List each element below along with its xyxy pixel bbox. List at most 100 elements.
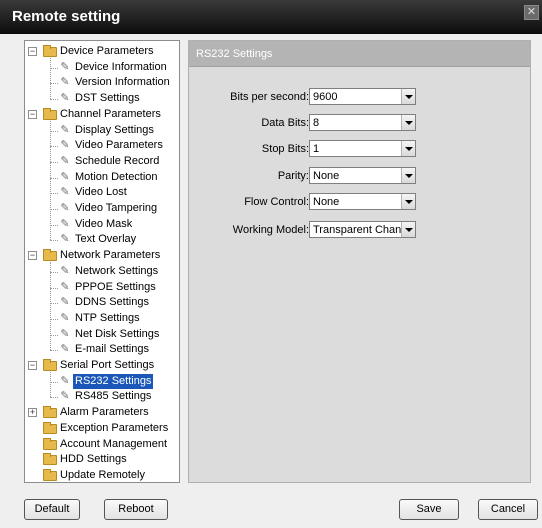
wrench-icon: ✎ [60,296,70,309]
dropdown-arrow-icon[interactable] [401,194,415,209]
tree-item-device-parameters[interactable]: − Device Parameters [25,44,179,59]
tree-item-label: PPPOE Settings [75,280,156,293]
tree-item-label: RS485 Settings [75,390,152,403]
tree-item-label: Channel Parameters [60,107,161,120]
folder-icon [43,359,57,371]
tree-item-label: HDD Settings [60,453,127,466]
wrench-icon: ✎ [60,343,70,356]
wrench-icon: ✎ [60,92,70,105]
tree-item-update-remotely[interactable]: Update Remotely [25,468,179,483]
tree-item-video-mask[interactable]: ✎ Video Mask [25,217,179,232]
window-title: Remote setting [12,8,121,25]
working-model-select[interactable]: Transparent Chanr [309,221,416,238]
tree-item-e-mail-settings[interactable]: ✎ E-mail Settings [25,342,179,357]
default-button[interactable]: Default [24,499,80,520]
wrench-icon: ✎ [60,60,70,73]
wrench-icon: ✎ [60,186,70,199]
wrench-icon: ✎ [60,327,70,340]
wrench-icon: ✎ [60,123,70,136]
panel-header: RS232 Settings [189,41,530,67]
tree-item-rs232-settings[interactable]: ✎ RS232 Settings [25,373,179,389]
tree-item-hdd-settings[interactable]: HDD Settings [25,452,179,467]
dropdown-arrow-icon[interactable] [401,222,415,237]
tree-item-label: NTP Settings [75,311,140,324]
tree-item-network-settings[interactable]: ✎ Network Settings [25,264,179,279]
dropdown-arrow-icon[interactable] [401,141,415,156]
tree-item-exception-parameters[interactable]: Exception Parameters [25,421,179,436]
folder-icon [43,45,57,57]
tree-item-display-settings[interactable]: ✎ Display Settings [25,123,179,138]
tree-item-label: Alarm Parameters [60,406,149,419]
collapse-icon[interactable]: − [28,47,37,56]
tree-item-serial-port-settings[interactable]: − Serial Port Settings [25,358,179,373]
tree-item-label: Text Overlay [75,233,137,246]
folder-icon [43,107,57,120]
parity-select[interactable]: None [309,167,416,184]
stop-bits-select[interactable]: 1 [309,140,416,157]
save-button[interactable]: Save [399,499,459,520]
wrench-icon: ✎ [60,217,70,230]
tree-item-ntp-settings[interactable]: ✎ NTP Settings [25,311,179,326]
stop-bits-label: Stop Bits: [261,143,309,155]
tree-item-video-lost[interactable]: ✎ Video Lost [25,185,179,200]
tree-item-account-management[interactable]: Account Management [25,437,179,452]
dropdown-arrow-icon[interactable] [401,168,415,183]
title-bar: Remote setting ✕ [0,0,542,34]
tree-item-label: Update Remotely [60,468,145,481]
wrench-icon: ✎ [60,390,70,403]
tree-item-video-parameters[interactable]: ✎ Video Parameters [25,138,179,153]
reboot-button[interactable]: Reboot [104,499,168,520]
tree-item-label: Video Tampering [75,202,158,214]
collapse-icon[interactable]: − [28,361,37,370]
tree-item-version-information[interactable]: ✎ Version Information [25,75,179,90]
bits-per-second-label: Bits per second: [230,91,309,103]
tree-item-motion-detection[interactable]: ✎ Motion Detection [25,170,179,185]
wrench-icon: ✎ [60,202,70,214]
data-bits-select[interactable]: 8 [309,114,416,131]
wrench-icon: ✎ [60,233,70,246]
select-value: 1 [313,143,320,155]
tree-item-network-parameters[interactable]: − Network Parameters [25,248,179,263]
wrench-icon: ✎ [60,76,70,89]
select-value: Transparent Chanr [313,224,401,236]
tree-item-label: Device Information [75,60,167,73]
working-model-label: Working Model: [232,224,309,236]
tree-item-rs485-settings[interactable]: ✎ RS485 Settings [25,389,179,404]
expand-icon[interactable]: + [28,408,37,418]
folder-icon [43,453,57,466]
select-value: 9600 [313,91,338,103]
dropdown-arrow-icon[interactable] [401,115,415,130]
tree-item-label: Display Settings [75,123,154,136]
tree-item-label: E-mail Settings [75,343,149,356]
tree-item-text-overlay[interactable]: ✎ Text Overlay [25,232,179,247]
close-icon[interactable]: ✕ [524,5,539,20]
bits-per-second-select[interactable]: 9600 [309,88,416,105]
tree-item-label-selected: RS232 Settings [73,373,154,389]
tree-item-pppoe-settings[interactable]: ✎ PPPOE Settings [25,280,179,295]
tree-item-channel-parameters[interactable]: − Channel Parameters [25,107,179,122]
tree-item-dst-settings[interactable]: ✎ DST Settings [25,91,179,106]
tree-item-alarm-parameters[interactable]: + Alarm Parameters [25,405,179,420]
tree-item-label: Video Lost [75,186,127,199]
tree-item-label: Network Settings [75,264,159,277]
tree-item-net-disk-settings[interactable]: ✎ Net Disk Settings [25,327,179,342]
wrench-icon: ✎ [60,170,70,183]
flow-control-select[interactable]: None [309,193,416,210]
tree-item-video-tampering[interactable]: ✎ Video Tampering [25,201,179,216]
collapse-icon[interactable]: − [28,251,37,261]
wrench-icon: ✎ [60,154,70,167]
folder-icon [43,437,57,450]
collapse-icon[interactable]: − [28,109,37,119]
tree-item-label: Net Disk Settings [75,327,160,340]
tree-item-schedule-record[interactable]: ✎ Schedule Record [25,154,179,169]
tree-item-label: Version Information [75,76,170,89]
select-value: 8 [313,117,320,129]
dropdown-arrow-icon[interactable] [401,89,415,104]
wrench-icon: ✎ [60,280,70,293]
rs232-settings-panel: RS232 Settings Bits per second: 9600 Data … [188,40,531,483]
tree-item-device-information[interactable]: ✎ Device Information [25,60,179,75]
select-value: None [313,170,340,182]
tree-item-ddns-settings[interactable]: ✎ DDNS Settings [25,295,179,310]
cancel-button[interactable]: Cancel [478,499,538,520]
tree-item-label: Account Management [60,437,168,450]
